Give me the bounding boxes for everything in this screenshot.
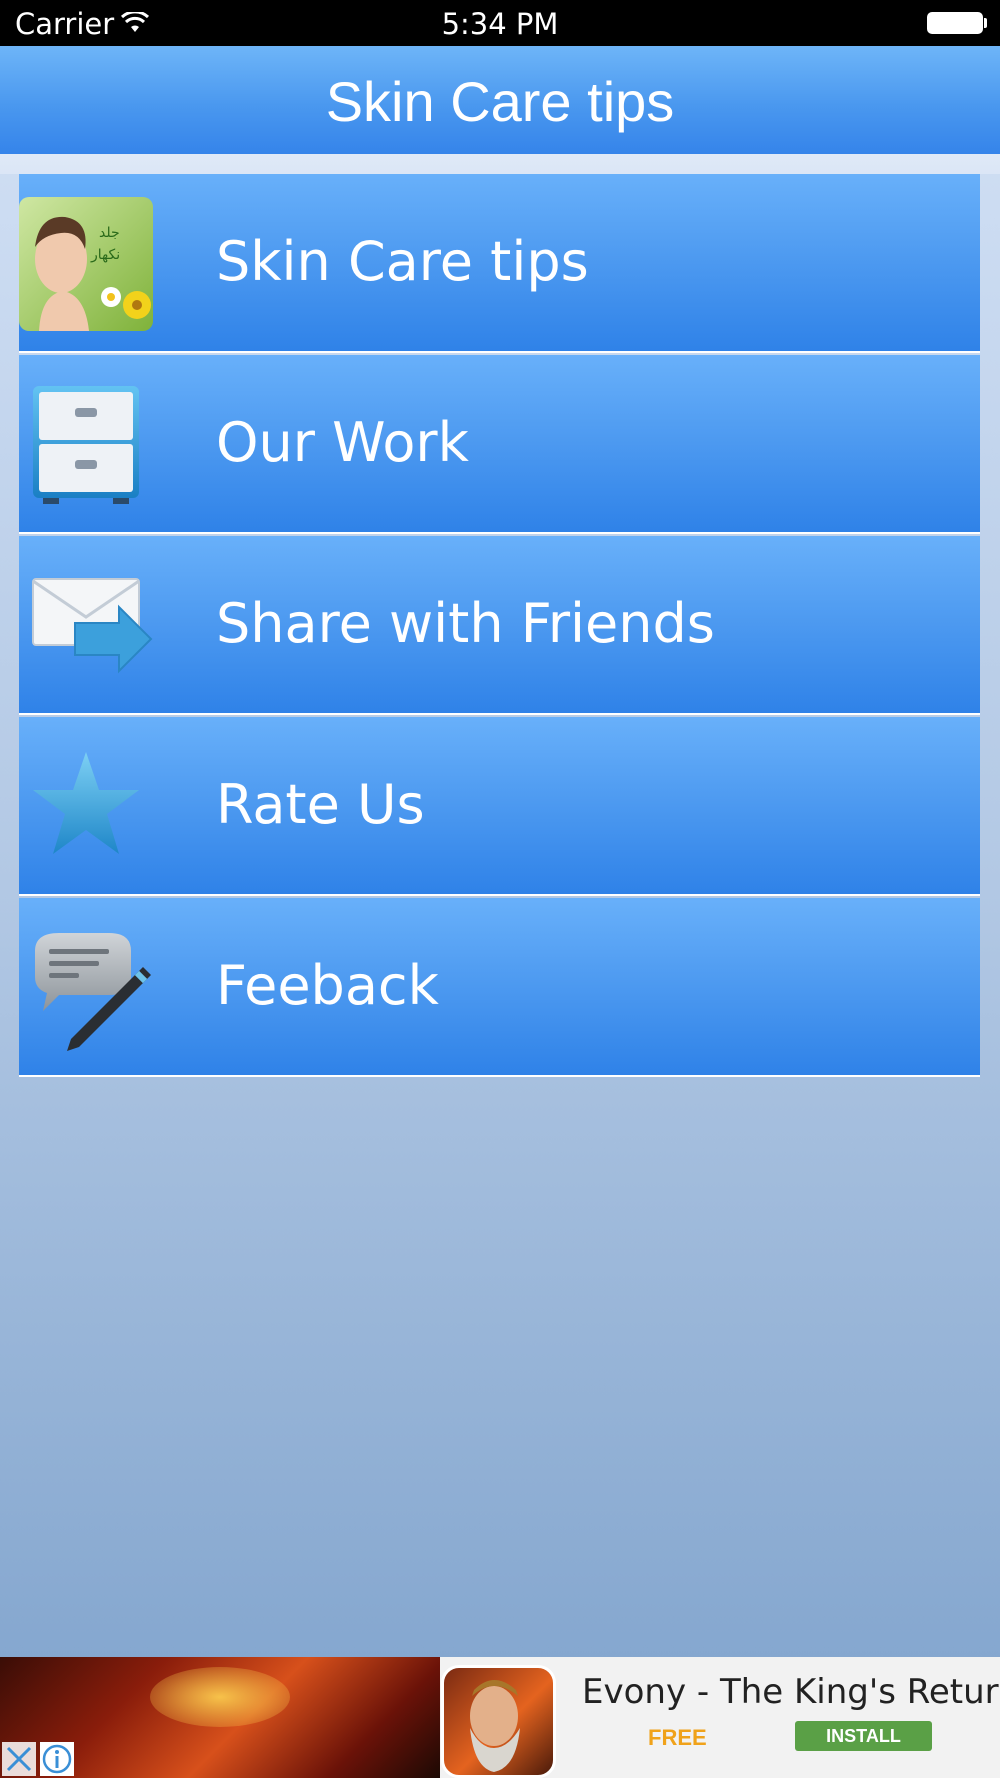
navigation-bar: Skin Care tips — [0, 46, 1000, 154]
face-photo-icon: جلد نکھار — [19, 197, 153, 331]
ad-price: FREE — [648, 1725, 707, 1750]
nav-divider — [0, 154, 1000, 174]
ad-title: Evony - The King's Return — [582, 1672, 1000, 1712]
menu-item-rate-us[interactable]: Rate Us — [19, 717, 980, 896]
menu-item-share-with-friends[interactable]: Share with Friends — [19, 536, 980, 715]
envelope-share-icon — [32, 578, 153, 674]
ad-info-icon[interactable] — [40, 1742, 74, 1776]
menu-item-feedback[interactable]: Feeback — [19, 898, 980, 1077]
ad-game-artwork — [0, 1657, 440, 1778]
menu-item-label: Skin Care tips — [216, 230, 589, 293]
king-portrait-icon — [470, 1680, 520, 1772]
menu-item-label: Our Work — [216, 411, 469, 474]
menu-item-label: Feeback — [216, 954, 439, 1017]
battery-tip — [984, 18, 987, 28]
menu-item-label: Rate Us — [216, 773, 425, 836]
battery-icon — [927, 12, 983, 34]
ad-banner[interactable]: Evony - The King's Return FREE INSTALL — [0, 1657, 1000, 1778]
status-bar: Carrier 5:34 PM — [0, 0, 1000, 46]
page-title: Skin Care tips — [325, 70, 675, 133]
ad-close-icon[interactable] — [2, 1742, 36, 1776]
ad-app-icon[interactable] — [441, 1665, 556, 1778]
ad-artwork-glow — [150, 1667, 290, 1727]
status-time: 5:34 PM — [441, 7, 559, 41]
menu-list: جلد نکھار Skin Care tips Our Work Share … — [19, 174, 980, 1079]
svg-text:جلد: جلد — [99, 225, 120, 241]
menu-item-skin-care-tips[interactable]: جلد نکھار Skin Care tips — [19, 174, 980, 353]
file-cabinet-icon — [33, 386, 139, 504]
chat-pencil-icon — [35, 933, 151, 1051]
star-icon — [33, 752, 139, 854]
ad-install-button[interactable]: INSTALL — [795, 1721, 932, 1751]
menu-item-label: Share with Friends — [216, 592, 715, 655]
menu-item-our-work[interactable]: Our Work — [19, 355, 980, 534]
svg-text:نکھار: نکھار — [90, 247, 120, 263]
